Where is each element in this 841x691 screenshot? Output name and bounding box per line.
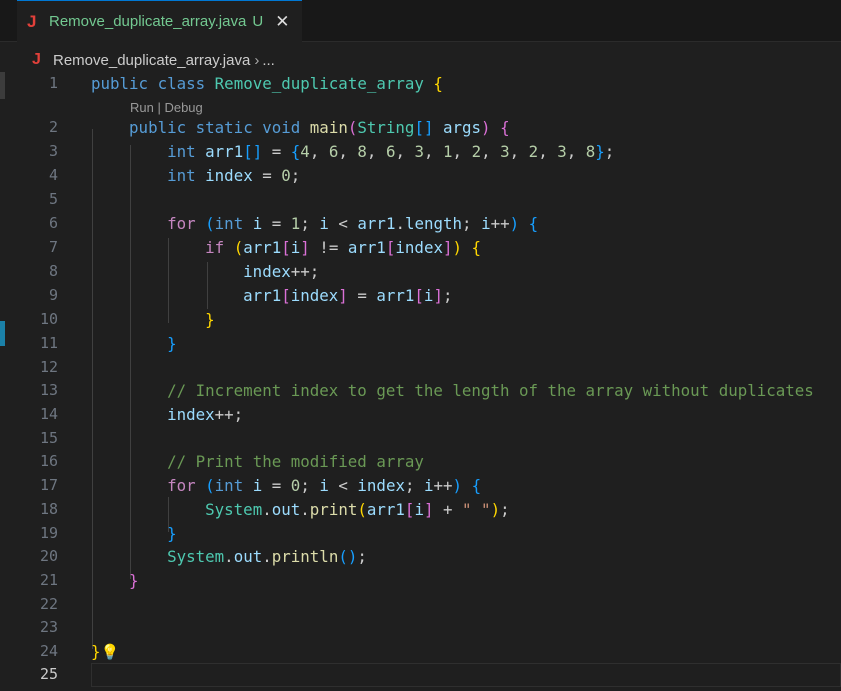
breadcrumb-separator-icon: › — [254, 51, 260, 69]
code-line: 5 — [0, 188, 841, 211]
line-number: 17 — [39, 476, 58, 494]
line-number: 24 — [39, 642, 58, 660]
code-line: 7 if (arr1[i] != arr1[index]) { — [0, 236, 841, 259]
code-line: 21 } — [0, 569, 841, 592]
code-line: 2 public static void main(String[] args)… — [0, 116, 841, 139]
line-content: for (int i = 0; i < index; i++) { — [167, 476, 482, 495]
close-tab-icon[interactable]: ✕ — [275, 12, 289, 32]
line-content: }💡 — [91, 642, 120, 661]
line-content: // Print the modified array — [167, 452, 424, 471]
code-line: 16 // Print the modified array — [0, 450, 841, 473]
code-line: 9 arr1[index] = arr1[i]; — [0, 284, 841, 307]
line-content: arr1[index] = arr1[i]; — [243, 286, 453, 305]
code-editor[interactable]: 1 public class Remove_duplicate_array { … — [0, 72, 841, 691]
java-file-icon: J — [27, 11, 37, 31]
line-content: int arr1[] = {4, 6, 8, 6, 3, 1, 2, 3, 2,… — [167, 142, 615, 161]
code-line: 20 System.out.println(); — [0, 545, 841, 568]
line-number: 19 — [39, 524, 58, 542]
code-line: 3 int arr1[] = {4, 6, 8, 6, 3, 1, 2, 3, … — [0, 140, 841, 163]
line-number: 18 — [39, 500, 58, 518]
line-content: int index = 0; — [167, 166, 301, 185]
lightbulb-icon[interactable]: 💡 — [101, 643, 120, 661]
line-number: 14 — [39, 405, 58, 423]
line-number: 20 — [39, 547, 58, 565]
line-number: 10 — [39, 310, 58, 328]
line-content: public class Remove_duplicate_array { — [91, 74, 443, 93]
line-number: 12 — [39, 358, 58, 376]
code-line: 10 } — [0, 308, 841, 331]
line-number: 16 — [39, 452, 58, 470]
code-line: 17 for (int i = 0; i < index; i++) { — [0, 474, 841, 497]
line-content: for (int i = 1; i < arr1.length; i++) { — [167, 214, 539, 233]
code-line: 23 — [0, 616, 841, 639]
line-number: 7 — [48, 238, 58, 256]
code-line: 12 — [0, 356, 841, 379]
line-content: } — [129, 571, 139, 590]
code-line: 22 — [0, 593, 841, 616]
line-content: System.out.println(); — [167, 547, 367, 566]
line-number: 5 — [48, 190, 58, 208]
code-line: 4 int index = 0; — [0, 164, 841, 187]
line-content: System.out.print(arr1[i] + " "); — [205, 500, 510, 519]
line-number: 6 — [48, 214, 58, 232]
line-number: 15 — [39, 429, 58, 447]
line-content: } — [205, 310, 215, 329]
line-number: 25 — [39, 665, 58, 683]
code-line: 15 — [0, 427, 841, 450]
line-number: 23 — [39, 618, 58, 636]
line-content: if (arr1[i] != arr1[index]) { — [205, 238, 482, 257]
line-number: 13 — [39, 381, 58, 399]
tab-filename: Remove_duplicate_array.java — [49, 13, 247, 30]
tab-bar: J Remove_duplicate_array.java U ✕ — [0, 0, 841, 42]
code-line: 1 public class Remove_duplicate_array { — [0, 72, 841, 95]
untracked-status-badge: U — [252, 13, 264, 30]
line-number: 22 — [39, 595, 58, 613]
line-content: index++; — [167, 405, 244, 424]
breadcrumb-symbols[interactable]: ... — [262, 52, 275, 69]
java-file-icon: J — [32, 51, 41, 68]
code-line: 13 // Increment index to get the length … — [0, 379, 841, 402]
line-content: } — [167, 334, 177, 353]
line-number: 21 — [39, 571, 58, 589]
line-number: 9 — [48, 286, 58, 304]
breadcrumb: J Remove_duplicate_array.java › ... — [32, 49, 275, 71]
code-line: 24 }💡 — [0, 640, 841, 663]
code-line: 6 for (int i = 1; i < arr1.length; i++) … — [0, 212, 841, 235]
code-line: 19 } — [0, 522, 841, 545]
line-number: 4 — [48, 166, 58, 184]
line-content: } — [167, 524, 177, 543]
line-number: 2 — [48, 118, 58, 136]
code-line: 8 index++; — [0, 260, 841, 283]
line-content: public static void main(String[] args) { — [129, 118, 510, 137]
editor-tab-remove-duplicate-array[interactable]: J Remove_duplicate_array.java U ✕ — [17, 0, 302, 42]
line-number: 8 — [48, 262, 58, 280]
code-line: 18 System.out.print(arr1[i] + " "); — [0, 498, 841, 521]
code-line: 11 } — [0, 332, 841, 355]
code-line: 14 index++; — [0, 403, 841, 426]
breadcrumb-file[interactable]: Remove_duplicate_array.java — [53, 52, 250, 69]
run-debug-codelens[interactable]: Run | Debug — [130, 98, 203, 118]
line-number: 1 — [48, 74, 58, 92]
code-line: 25 — [0, 663, 841, 686]
line-content: // Increment index to get the length of … — [167, 381, 814, 400]
line-number: 11 — [39, 334, 58, 352]
line-number: 3 — [48, 142, 58, 160]
line-content: index++; — [243, 262, 320, 281]
